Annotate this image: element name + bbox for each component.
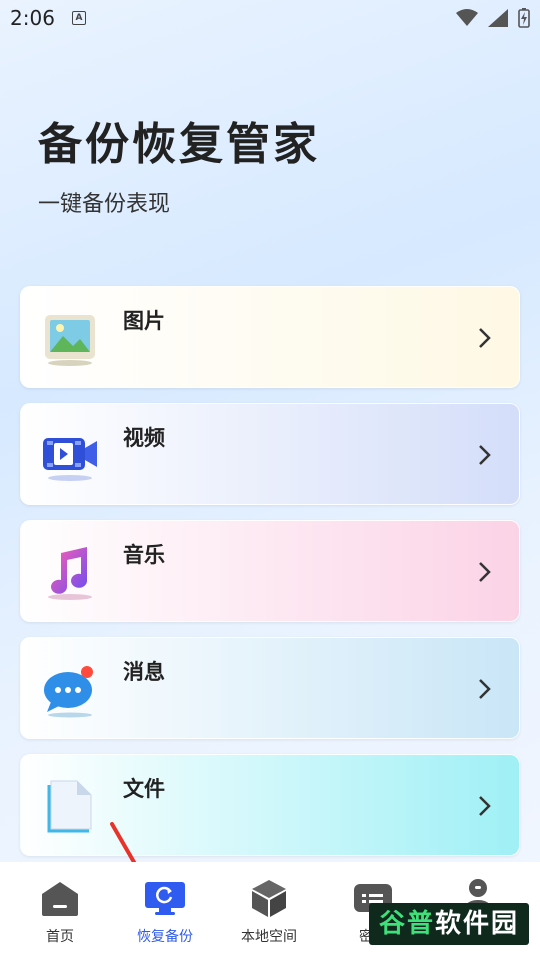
status-icons <box>456 8 530 28</box>
picture-icon <box>45 315 95 366</box>
nav-label: 本地空间 <box>241 929 297 945</box>
watermark-part2: 软件园 <box>435 909 520 939</box>
nav-label: 首页 <box>46 929 74 945</box>
wifi-icon <box>456 9 478 26</box>
category-card-messages[interactable]: 消息 <box>20 637 520 739</box>
page-header: 备份恢复管家 一键备份表现 <box>38 108 320 217</box>
chevron-right-icon <box>479 679 491 699</box>
file-icon <box>47 780 92 833</box>
category-card-music[interactable]: 音乐 <box>20 520 520 622</box>
battery-icon <box>518 8 530 28</box>
signal-icon <box>488 9 508 27</box>
home-icon <box>42 882 78 916</box>
chevron-right-icon <box>479 562 491 582</box>
watermark-logo: 谷普软件园 <box>369 903 529 945</box>
category-label: 视频 <box>123 426 165 450</box>
watermark-part1: 谷普 <box>378 909 435 939</box>
chevron-right-icon <box>479 796 491 816</box>
monitor-restore-icon <box>145 882 185 915</box>
video-icon <box>43 438 97 481</box>
nav-item-home[interactable]: 首页 <box>6 862 114 960</box>
status-bar: 2:06 A <box>0 0 540 36</box>
category-label: 图片 <box>123 309 165 333</box>
chevron-right-icon <box>479 445 491 465</box>
category-card-files[interactable]: 文件 <box>20 754 520 856</box>
status-time: 2:06 <box>10 6 55 30</box>
message-icon <box>44 666 93 718</box>
chevron-right-icon <box>479 328 491 348</box>
nav-label: 恢复备份 <box>137 929 193 945</box>
category-label: 音乐 <box>123 543 165 567</box>
category-card-videos[interactable]: 视频 <box>20 403 520 505</box>
category-label: 文件 <box>123 777 165 801</box>
category-label: 消息 <box>123 660 165 684</box>
music-icon <box>48 547 92 600</box>
category-card-pictures[interactable]: 图片 <box>20 286 520 388</box>
page-title: 备份恢复管家 <box>38 119 320 170</box>
nav-item-local-space[interactable]: 本地空间 <box>215 862 323 960</box>
a-notification-icon: A <box>72 11 86 25</box>
nav-item-restore-backup[interactable]: 恢复备份 <box>111 862 219 960</box>
cube-icon <box>252 880 286 917</box>
page-subtitle: 一键备份表现 <box>38 192 171 217</box>
